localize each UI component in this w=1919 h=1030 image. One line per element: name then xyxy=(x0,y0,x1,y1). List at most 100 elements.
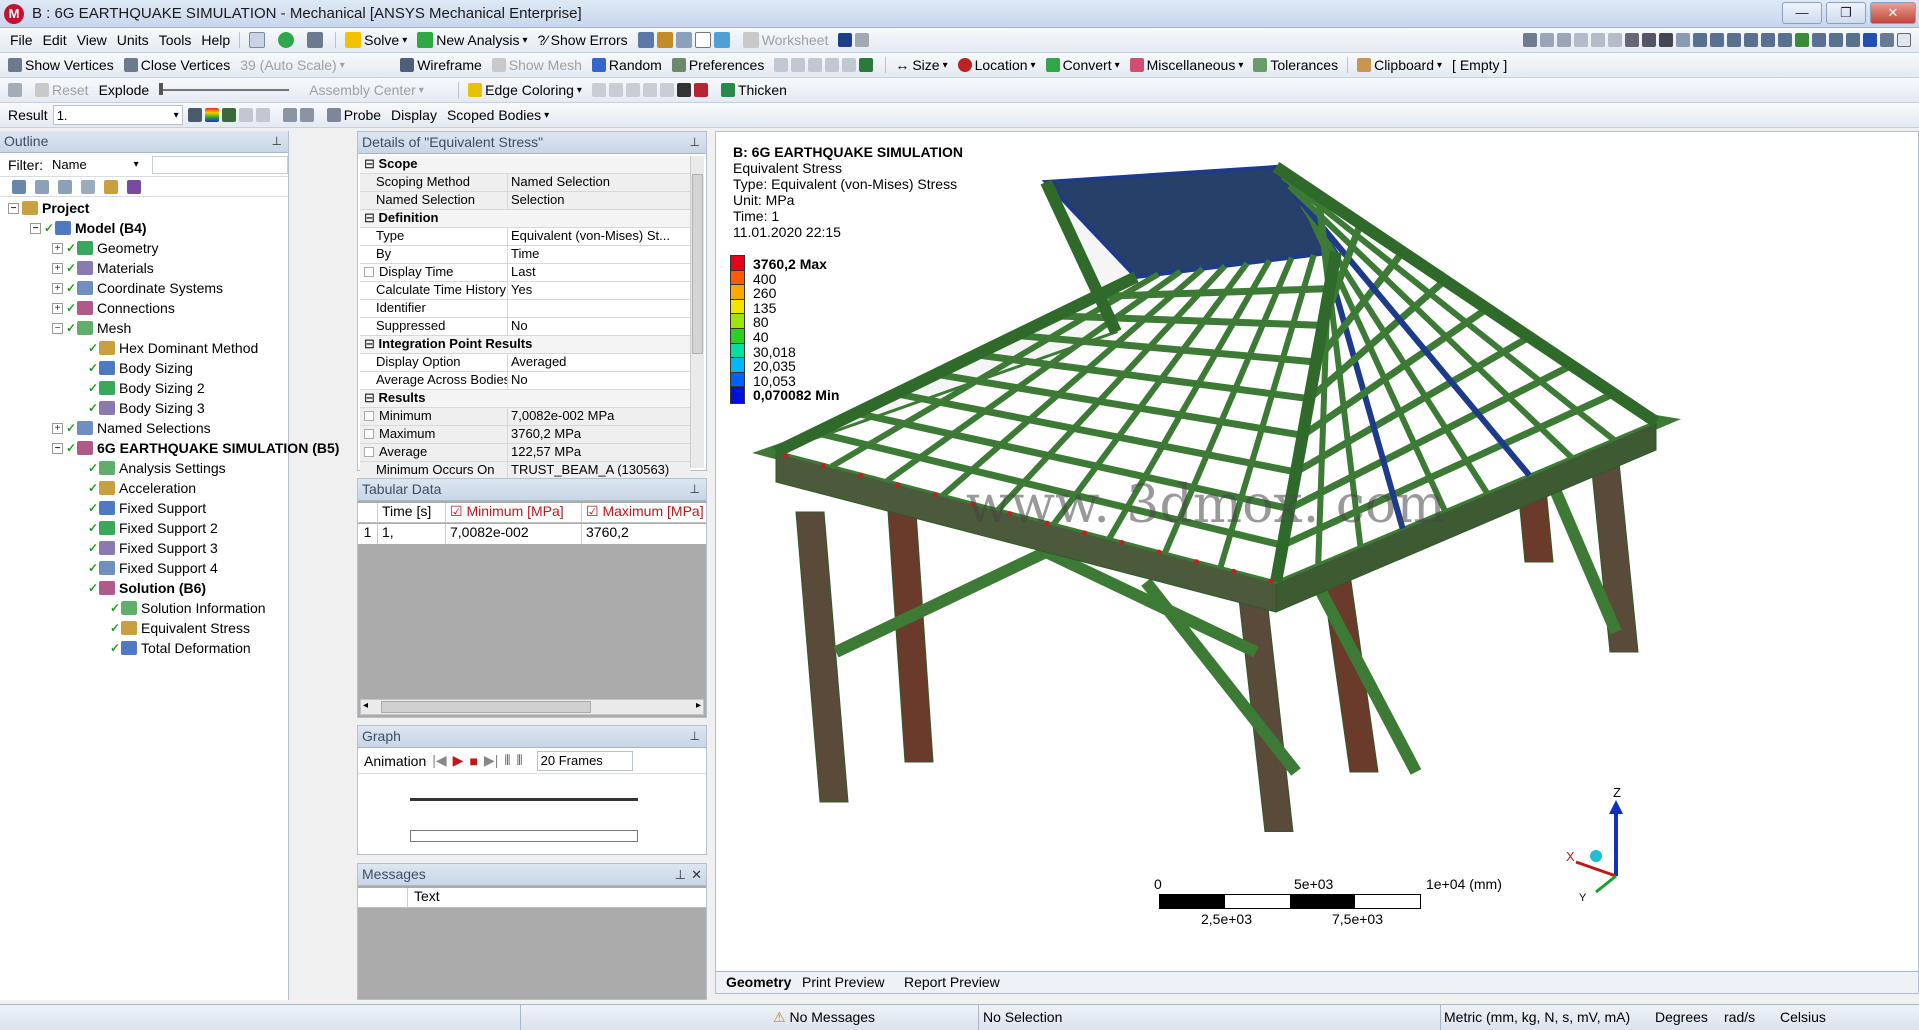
edge-tools-group[interactable] xyxy=(769,53,881,77)
close-vertices-button[interactable]: Close Vertices xyxy=(119,53,235,77)
filter-search-input[interactable] xyxy=(151,155,288,174)
tab-geometry[interactable]: Geometry xyxy=(726,974,791,990)
probe-button[interactable]: Probe xyxy=(322,103,386,127)
menu-units[interactable]: Units xyxy=(112,28,154,52)
unit-system-status[interactable]: Metric (mm, kg, N, s, mV, mA) xyxy=(1444,1009,1630,1025)
worksheet-button[interactable]: Worksheet xyxy=(738,28,834,52)
tree-item[interactable]: ✓ Fixed Support 2 xyxy=(74,518,218,538)
details-row[interactable]: Named Selection Selection xyxy=(360,192,690,210)
new-analysis-button[interactable]: New Analysis xyxy=(412,28,532,52)
tree-item[interactable]: ✓ Equivalent Stress xyxy=(96,618,250,638)
pin-icon[interactable]: ⊥ xyxy=(690,132,700,153)
tree-item[interactable]: ✓ Body Sizing xyxy=(74,358,193,378)
folder-icon[interactable] xyxy=(104,179,118,194)
tree-item[interactable]: − Project xyxy=(8,198,89,218)
details-group[interactable]: ⊟ Integration Point Results xyxy=(360,336,690,354)
assembly-center-dropdown[interactable]: Assembly Center xyxy=(304,78,454,102)
play-icon[interactable]: ▶ xyxy=(453,752,464,769)
parameter-checkbox[interactable] xyxy=(364,447,374,457)
result-scale-dropdown[interactable]: 1. xyxy=(52,105,183,125)
details-row[interactable]: Average Across Bodies No xyxy=(360,372,690,390)
expand-icon[interactable] xyxy=(58,179,72,194)
details-value[interactable]: Yes xyxy=(508,282,690,299)
toolbar-icons-group[interactable] xyxy=(633,28,738,52)
tabular-scrollbar[interactable]: ◂ ▸ xyxy=(360,699,704,715)
details-value[interactable]: No xyxy=(508,318,690,335)
details-value[interactable]: Equivalent (von-Mises) St... xyxy=(508,228,690,245)
expand-icon[interactable]: + xyxy=(52,262,63,274)
reset-button[interactable]: Reset xyxy=(30,78,94,102)
tree-item[interactable]: ✓ Body Sizing 2 xyxy=(74,378,205,398)
angle-unit-status[interactable]: Degrees xyxy=(1655,1009,1708,1025)
expand-icon[interactable]: + xyxy=(52,242,63,254)
tree-item[interactable]: ✓ Solution (B6) xyxy=(74,578,206,598)
display-dropdown[interactable]: Scoped Bodies xyxy=(442,103,554,127)
tree-item[interactable]: + ✓ Materials xyxy=(52,258,154,278)
frames-dropdown[interactable]: 20 Frames xyxy=(536,750,633,771)
details-value[interactable]: Time xyxy=(508,246,690,263)
details-row[interactable]: Suppressed No xyxy=(360,318,690,336)
menu-file[interactable]: File xyxy=(0,28,38,52)
details-value[interactable]: No xyxy=(508,372,690,389)
show-mesh-button[interactable]: Show Mesh xyxy=(487,53,587,77)
explode-slider[interactable] xyxy=(154,78,304,102)
tree-item[interactable]: − ✓ Mesh xyxy=(52,318,131,338)
rotational-velocity-unit-status[interactable]: rad/s xyxy=(1724,1009,1755,1025)
collapse-icon[interactable]: − xyxy=(8,202,19,214)
details-row[interactable]: By Time xyxy=(360,246,690,264)
selection-info-icons[interactable] xyxy=(833,28,877,52)
tree-expand-icon[interactable] xyxy=(81,179,95,194)
details-value[interactable]: TRUST_BEAM_A (130563) xyxy=(508,462,690,479)
details-row[interactable]: Display Option Averaged xyxy=(360,354,690,372)
view-tools-group[interactable] xyxy=(1518,28,1919,52)
stop-icon[interactable]: ■ xyxy=(469,753,477,769)
tree-item[interactable]: ✓ Hex Dominant Method xyxy=(74,338,258,358)
tree-item[interactable]: + ✓ Connections xyxy=(52,298,175,318)
group-collapse-icon[interactable]: ⊟ xyxy=(364,390,379,405)
tree-icon-button[interactable] xyxy=(244,28,273,52)
details-value[interactable]: 7,0082e-002 MPa xyxy=(508,408,690,425)
tree-item[interactable]: ✓ Body Sizing 3 xyxy=(74,398,205,418)
menu-view[interactable]: View xyxy=(72,28,112,52)
miscellaneous-dropdown[interactable]: Miscellaneous xyxy=(1125,53,1249,77)
details-row[interactable]: Type Equivalent (von-Mises) St... xyxy=(360,228,690,246)
show-vertices-button[interactable]: Show Vertices xyxy=(0,53,119,77)
details-row[interactable]: Maximum 3760,2 MPa xyxy=(360,426,690,444)
collapse-icon[interactable]: − xyxy=(30,222,41,234)
convert-dropdown[interactable]: Convert xyxy=(1041,53,1125,77)
details-value[interactable]: Last xyxy=(508,264,690,281)
check-icon-button[interactable] xyxy=(273,28,302,52)
messages-status[interactable]: ⚠ No Messages xyxy=(773,1009,875,1026)
preferences-button[interactable]: Preferences xyxy=(667,53,769,77)
axis-triad[interactable] xyxy=(1556,782,1676,902)
explode-icon-button[interactable] xyxy=(0,78,30,102)
collapse-icon[interactable] xyxy=(35,179,49,194)
sort-icon[interactable] xyxy=(127,179,141,194)
tree-item[interactable]: − ✓ Model (B4) xyxy=(30,218,147,238)
details-row[interactable]: Identifier xyxy=(360,300,690,318)
tolerances-button[interactable]: Tolerances xyxy=(1248,53,1343,77)
temperature-unit-status[interactable]: Celsius xyxy=(1780,1009,1826,1025)
details-row[interactable]: Scoping Method Named Selection xyxy=(360,174,690,192)
graphics-viewport[interactable]: B: 6G EARTHQUAKE SIMULATION Equivalent S… xyxy=(715,131,1919,994)
wireframe-button[interactable]: Wireframe xyxy=(395,53,487,77)
previous-frame-icon[interactable]: |◀ xyxy=(432,752,446,769)
details-group[interactable]: ⊟ Scope xyxy=(360,156,690,174)
edge-coloring-dropdown[interactable]: Edge Coloring xyxy=(463,78,587,102)
collapse-icon[interactable]: − xyxy=(52,442,63,454)
menu-edit[interactable]: Edit xyxy=(38,28,72,52)
pin-icon[interactable]: ⊥ xyxy=(690,726,700,747)
close-icon[interactable]: ✕ xyxy=(691,864,702,885)
show-errors-button[interactable]: ?⁄ Show Errors xyxy=(533,28,633,52)
pin-icon[interactable]: ⊥ xyxy=(690,479,700,500)
details-group[interactable]: ⊟ Definition xyxy=(360,210,690,228)
details-row[interactable]: Average 122,57 MPa xyxy=(360,444,690,462)
tree-item[interactable]: ✓ Acceleration xyxy=(74,478,196,498)
collapse-icon[interactable]: − xyxy=(52,322,63,334)
solve-button[interactable]: Solve xyxy=(340,28,412,52)
pin-icon[interactable]: ⊥ xyxy=(272,131,282,152)
clipboard-dropdown[interactable]: Clipboard xyxy=(1352,53,1447,77)
col-time[interactable]: Time [s] xyxy=(378,503,446,522)
min-max-labels-group[interactable] xyxy=(278,103,322,127)
connect-icon-button[interactable] xyxy=(302,28,331,52)
